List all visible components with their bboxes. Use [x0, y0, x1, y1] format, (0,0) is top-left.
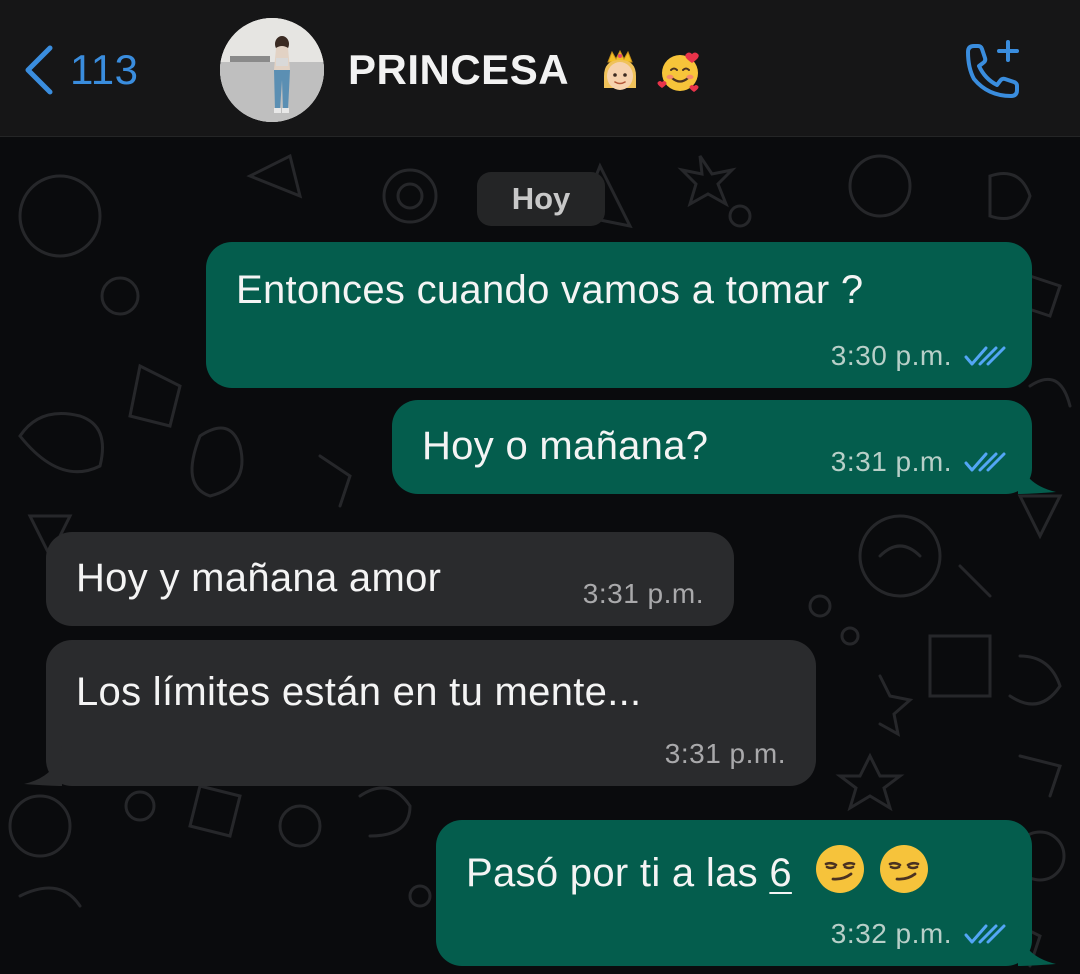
outgoing-message[interactable]: Hoy o mañana? 3:31 p.m.: [392, 400, 1032, 494]
add-call-button[interactable]: [958, 38, 1026, 106]
message-text: Los límites están en tu mente...: [76, 670, 642, 714]
message-text: Pasó por ti a las 6: [466, 842, 931, 896]
read-double-check-icon: [964, 452, 1006, 472]
unread-count: 113: [70, 46, 139, 93]
date-separator: Hoy: [477, 172, 605, 226]
message-meta: 3:30 p.m.: [831, 340, 1006, 372]
chat-header: 113 PRINCESA: [0, 0, 1080, 137]
smirking-face-icon: [816, 845, 865, 893]
chat-area[interactable]: Hoy Entonces cuando vamos a tomar ? 3:30…: [0, 136, 1080, 974]
message-time: 3:31 p.m.: [830, 446, 952, 477]
message-meta: 3:31 p.m.: [831, 446, 1006, 478]
message-link-number[interactable]: 6: [769, 851, 792, 895]
incoming-message[interactable]: Los límites están en tu mente... 3:31 p.…: [46, 640, 816, 786]
profile-photo: [220, 18, 324, 122]
read-double-check-icon: [964, 346, 1006, 366]
bubble-tail: [1018, 926, 1056, 966]
back-button[interactable]: 113: [22, 40, 138, 100]
message-meta: 3:32 p.m.: [831, 918, 1006, 950]
read-double-check-icon: [964, 924, 1006, 944]
message-time: 3:30 p.m.: [830, 340, 952, 371]
outgoing-message[interactable]: Pasó por ti a las 6 3:32 p.m.: [436, 820, 1032, 966]
message-text: Entonces cuando vamos a tomar ?: [236, 268, 864, 312]
chevron-left-icon: [25, 45, 53, 95]
avatar[interactable]: [220, 18, 324, 122]
message-time: 3:31 p.m.: [664, 738, 786, 769]
princess-emoji-icon: [604, 49, 636, 90]
smirking-face-icon: [880, 845, 929, 893]
chat-screen: 113 PRINCESA Hoy Entonces cuando vamos a…: [0, 0, 1080, 974]
contact-name[interactable]: PRINCESA: [348, 46, 569, 94]
message-meta: 3:31 p.m.: [583, 578, 704, 610]
message-meta: 3:31 p.m.: [665, 738, 786, 770]
message-time: 3:31 p.m.: [582, 578, 704, 609]
outgoing-message[interactable]: Entonces cuando vamos a tomar ? 3:30 p.m…: [206, 242, 1032, 388]
message-text-part: Pasó por ti a las: [466, 851, 770, 895]
smiling-face-with-hearts-icon: [657, 52, 699, 92]
add-call-icon: [966, 40, 1019, 98]
incoming-message[interactable]: Hoy y mañana amor 3:31 p.m.: [46, 532, 734, 626]
message-text: Hoy y mañana amor: [76, 556, 442, 600]
bubble-tail: [24, 746, 62, 786]
message-time: 3:32 p.m.: [830, 918, 952, 949]
message-text: Hoy o mañana?: [422, 424, 709, 468]
bubble-tail: [1018, 454, 1056, 494]
